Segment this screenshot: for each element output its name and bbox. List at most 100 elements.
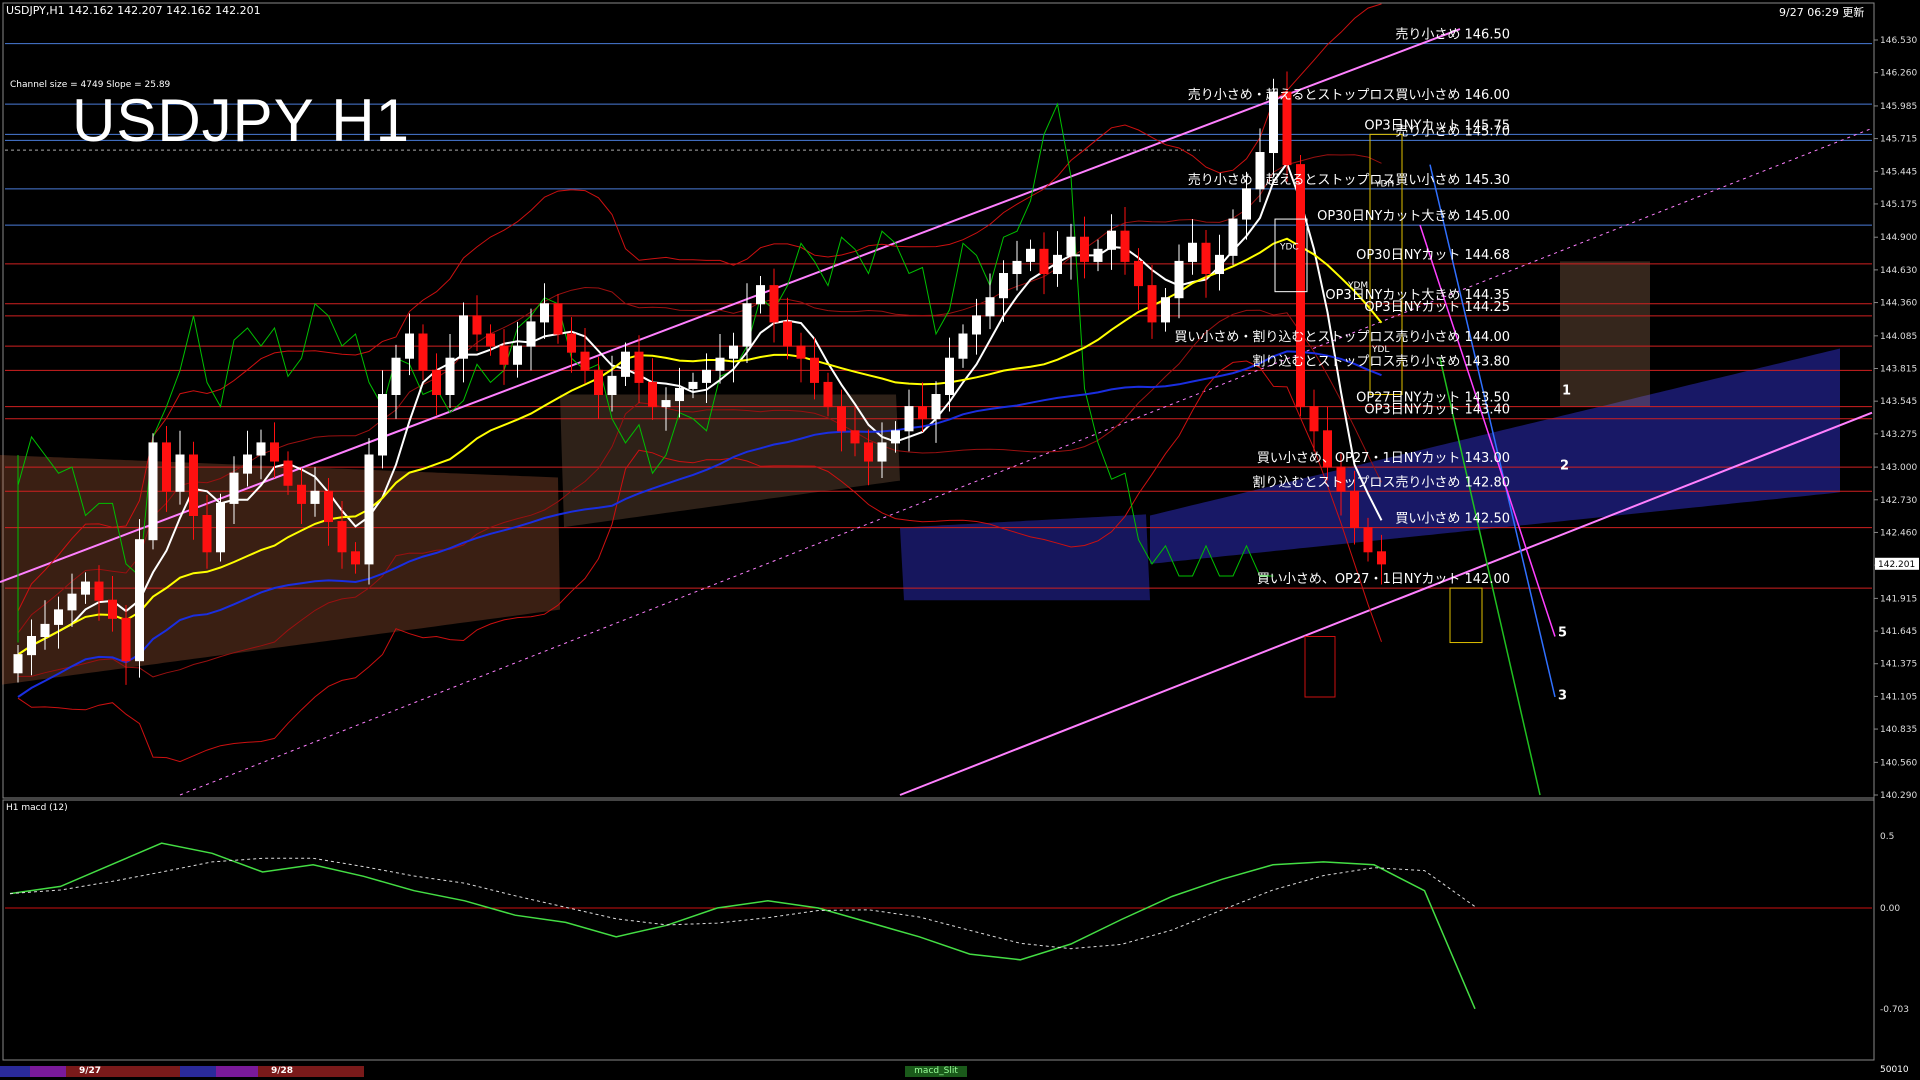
candle-body bbox=[837, 406, 846, 432]
candle-body bbox=[1161, 297, 1170, 323]
candle-body bbox=[418, 333, 428, 371]
candle-body bbox=[1066, 236, 1076, 256]
level-label: 売り小さめ 145.70 bbox=[1395, 123, 1510, 139]
time-scale-tab[interactable] bbox=[30, 1066, 66, 1077]
candle-body bbox=[796, 345, 806, 359]
time-scale-tab[interactable] bbox=[306, 1066, 364, 1077]
candle-body bbox=[1134, 260, 1143, 287]
kumo-bull bbox=[1560, 261, 1650, 407]
candle-body bbox=[918, 406, 927, 420]
candle-body bbox=[1107, 230, 1116, 250]
time-scale-tab[interactable] bbox=[0, 1066, 30, 1077]
level-label: 割り込むとストップロス売り小さめ 143.80 bbox=[1252, 353, 1510, 369]
candle-body bbox=[850, 430, 860, 444]
candle-body bbox=[256, 442, 266, 456]
candle-body bbox=[864, 442, 873, 462]
wave-label: 5 bbox=[1558, 625, 1567, 640]
update-timestamp: 9/27 06:29 更新 bbox=[1779, 6, 1865, 19]
level-label: 買い小さめ 142.50 bbox=[1395, 512, 1510, 527]
price-tick-label: 145.985 bbox=[1880, 102, 1917, 112]
macd-lines: 0.5 0.00 -0.703 bbox=[5, 832, 1909, 1015]
chart-canvas[interactable]: YDHYDLYDCYDM 売り小さめ 146.50売り小さめ・超えるとストップロ… bbox=[0, 0, 1920, 1080]
macd-tick-label: -0.703 bbox=[1880, 1005, 1909, 1015]
candle-body bbox=[634, 351, 644, 383]
candle-body bbox=[661, 400, 671, 408]
candle-body bbox=[945, 357, 954, 396]
candle-body bbox=[526, 321, 536, 347]
candle-body bbox=[1350, 490, 1359, 529]
price-tick-label: 143.815 bbox=[1880, 364, 1917, 374]
price-tick-label: 144.085 bbox=[1880, 332, 1917, 342]
candle-body bbox=[823, 381, 833, 408]
price-tick-label: 145.715 bbox=[1880, 135, 1917, 145]
macd-title: H1 macd (12) bbox=[6, 803, 68, 813]
level-label: 売り小さめ・超えるとストップロス買い小さめ 146.00 bbox=[1188, 87, 1510, 103]
candle-body bbox=[702, 369, 711, 383]
candle-body bbox=[13, 654, 23, 674]
price-tick-label: 143.000 bbox=[1880, 463, 1917, 473]
price-tick-label: 141.915 bbox=[1880, 594, 1917, 604]
candle-body bbox=[999, 273, 1008, 299]
range-box bbox=[1449, 587, 1483, 644]
price-tick-label: 146.260 bbox=[1880, 69, 1917, 79]
indicator-tab[interactable]: macd_Slit bbox=[905, 1066, 967, 1077]
candle-body bbox=[513, 345, 522, 365]
candle-body bbox=[94, 581, 104, 601]
candle-body bbox=[297, 484, 306, 504]
price-tick-label: 140.835 bbox=[1880, 725, 1917, 735]
macd-line bbox=[9, 842, 1476, 1010]
candle-body bbox=[1080, 236, 1089, 262]
current-price-label: 142.201 bbox=[1878, 560, 1915, 570]
macd-tick-label: 0.5 bbox=[1880, 832, 1894, 842]
candle-body bbox=[783, 321, 792, 347]
price-tick-label: 146.530 bbox=[1880, 36, 1917, 46]
candle-body bbox=[243, 454, 252, 474]
candle-body bbox=[445, 357, 455, 396]
candle-body bbox=[1242, 188, 1251, 220]
candle-body bbox=[580, 351, 590, 371]
marker-ydc: YDC bbox=[1279, 242, 1299, 252]
candle-body bbox=[1296, 164, 1305, 408]
price-tick-label: 140.560 bbox=[1880, 758, 1917, 768]
chart-window: YDH YDL YDC YDM 売り小さめ 146.50 売り小さめ・超えるとストップロ… bbox=[0, 0, 1920, 1080]
candle-body bbox=[1215, 254, 1224, 275]
level-label: OP30日NYカット 144.68 bbox=[1356, 248, 1510, 263]
level-label: OP3日NYカット 144.25 bbox=[1364, 300, 1510, 315]
candle-body bbox=[216, 502, 225, 553]
chart-title: USDJPY H1 bbox=[72, 87, 411, 154]
bar-counter: 50010 bbox=[1880, 1065, 1909, 1075]
candle-body bbox=[391, 357, 401, 396]
candle-body bbox=[135, 539, 144, 662]
candle-body bbox=[958, 333, 968, 359]
macd-frame bbox=[2, 799, 1875, 1061]
candle-body bbox=[364, 454, 374, 565]
candle-body bbox=[337, 521, 347, 553]
candle-body bbox=[40, 623, 50, 637]
candle-body bbox=[378, 394, 387, 456]
time-scale-tab[interactable] bbox=[114, 1066, 180, 1077]
candle-body bbox=[985, 297, 995, 317]
level-label: 割り込むとストップロス売り小さめ 142.80 bbox=[1252, 474, 1510, 490]
candle-body bbox=[1039, 248, 1049, 275]
date-tab-2[interactable]: 9/28 bbox=[258, 1066, 306, 1077]
price-tick-label: 140.290 bbox=[1880, 791, 1917, 801]
kumo-bull bbox=[0, 455, 560, 685]
candle-body bbox=[729, 345, 738, 359]
candle-body bbox=[283, 460, 293, 486]
candle-body bbox=[931, 394, 941, 420]
candle-body bbox=[1174, 260, 1184, 299]
candle-body bbox=[310, 490, 320, 504]
wave-label: 1 bbox=[1562, 384, 1571, 399]
candle-body bbox=[432, 369, 441, 396]
candle-body bbox=[769, 285, 779, 323]
symbol-info: USDJPY,H1 142.162 142.207 142.162 142.20… bbox=[6, 4, 261, 17]
price-tick-label: 143.545 bbox=[1880, 397, 1917, 407]
time-scale-tab[interactable] bbox=[180, 1066, 216, 1077]
candle-body bbox=[1120, 230, 1130, 262]
candle-body bbox=[324, 490, 333, 523]
price-tick-label: 143.275 bbox=[1880, 430, 1917, 440]
date-tab-1[interactable]: 9/27 bbox=[66, 1066, 114, 1077]
candle-body bbox=[810, 357, 819, 383]
price-tick-label: 141.645 bbox=[1880, 627, 1917, 637]
time-scale-tab[interactable] bbox=[216, 1066, 258, 1077]
